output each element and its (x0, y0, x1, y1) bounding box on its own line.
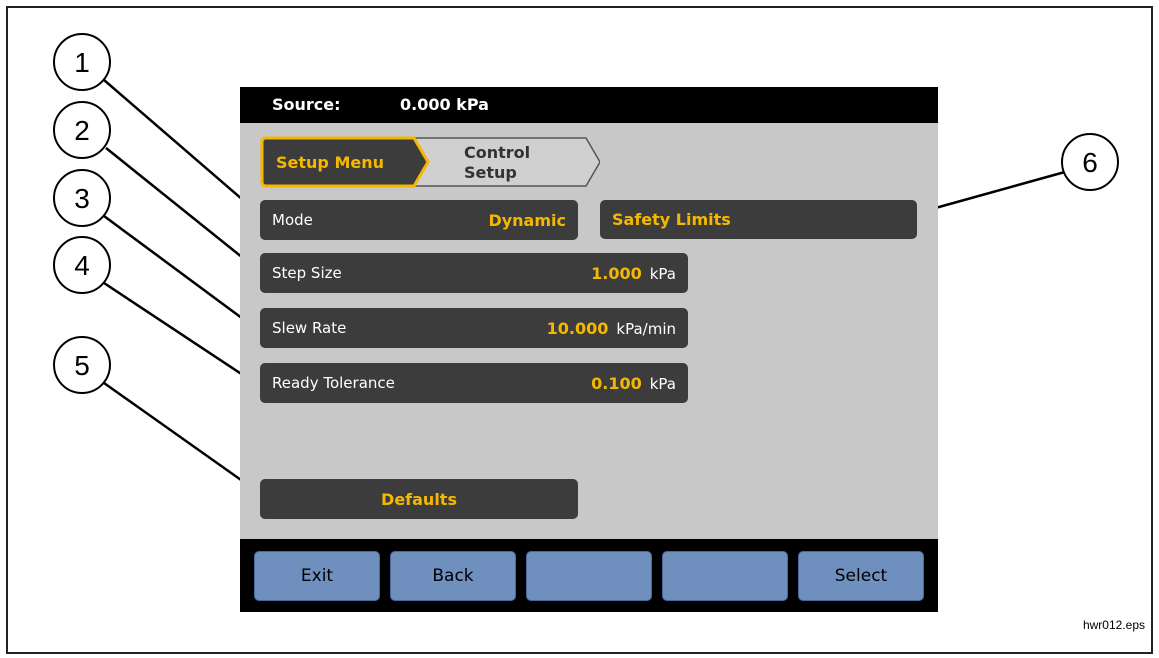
source-value: 0.000 kPa (400, 95, 489, 114)
callout-arrow-3 (103, 214, 259, 332)
callout-6-label: 6 (1082, 147, 1098, 178)
callout-arrow-6 (920, 168, 1073, 214)
step-size-value: 1.000 (591, 263, 642, 283)
callout-1-label: 1 (74, 47, 90, 78)
setup-menu-label: Setup Menu (276, 153, 384, 172)
figure-id: hwr012.eps (1082, 618, 1145, 632)
defaults-label: Defaults (381, 489, 457, 509)
control-setup-line1: Control (464, 143, 530, 162)
breadcrumb-control-setup[interactable]: Control Setup (409, 137, 600, 187)
callout-2-label: 2 (74, 115, 90, 146)
callout-4: 4 (53, 236, 111, 294)
slew-rate-unit: kPa/min (616, 319, 676, 338)
step-size-setting[interactable]: Step Size 1.000 kPa (260, 253, 688, 293)
ready-tolerance-value: 0.100 (591, 373, 642, 393)
mode-value: Dynamic (488, 210, 566, 230)
softkey-bar: Exit Back Select (240, 539, 938, 612)
softkey-3[interactable] (526, 551, 652, 601)
source-label: Source: (272, 95, 341, 114)
status-bar: Source: 0.000 kPa (240, 87, 938, 123)
callout-5-label: 5 (74, 350, 90, 381)
slew-rate-value: 10.000 (546, 318, 609, 338)
slew-rate-setting[interactable]: Slew Rate 10.000 kPa/min (260, 308, 688, 348)
breadcrumb: Control Setup Setup Menu (260, 136, 600, 188)
safety-limits-label: Safety Limits (612, 210, 731, 229)
slew-rate-label: Slew Rate (272, 319, 347, 337)
ready-tolerance-label: Ready Tolerance (272, 374, 395, 392)
callout-arrow-1 (103, 79, 259, 214)
step-size-value-group: 1.000 kPa (591, 264, 676, 283)
callout-6: 6 (1061, 133, 1119, 191)
defaults-button[interactable]: Defaults (260, 479, 578, 519)
callout-3-label: 3 (74, 183, 90, 214)
control-setup-line2: Setup (464, 163, 517, 182)
callout-5: 5 (53, 336, 111, 394)
softkey-exit[interactable]: Exit (254, 551, 380, 601)
callout-arrow-4 (103, 281, 259, 387)
callout-2: 2 (53, 101, 111, 159)
device-screen: Source: 0.000 kPa Control Setup Setup Me… (240, 87, 938, 612)
softkey-select[interactable]: Select (798, 551, 924, 601)
callout-arrow-5 (103, 381, 259, 494)
softkey-back[interactable]: Back (390, 551, 516, 601)
callout-arrow-2 (105, 147, 259, 271)
safety-limits-button[interactable]: Safety Limits (600, 200, 917, 239)
step-size-label: Step Size (272, 264, 342, 282)
callout-3: 3 (53, 169, 111, 227)
callout-1: 1 (53, 33, 111, 91)
mode-setting[interactable]: Mode Dynamic (260, 200, 578, 240)
ready-tolerance-setting[interactable]: Ready Tolerance 0.100 kPa (260, 363, 688, 403)
step-size-unit: kPa (649, 264, 676, 283)
softkey-4[interactable] (662, 551, 788, 601)
ready-tolerance-unit: kPa (649, 374, 676, 393)
callout-4-label: 4 (74, 250, 90, 281)
breadcrumb-setup-menu[interactable]: Setup Menu (260, 136, 430, 188)
mode-label: Mode (272, 211, 313, 229)
ready-tolerance-value-group: 0.100 kPa (591, 374, 676, 393)
slew-rate-value-group: 10.000 kPa/min (547, 319, 676, 338)
